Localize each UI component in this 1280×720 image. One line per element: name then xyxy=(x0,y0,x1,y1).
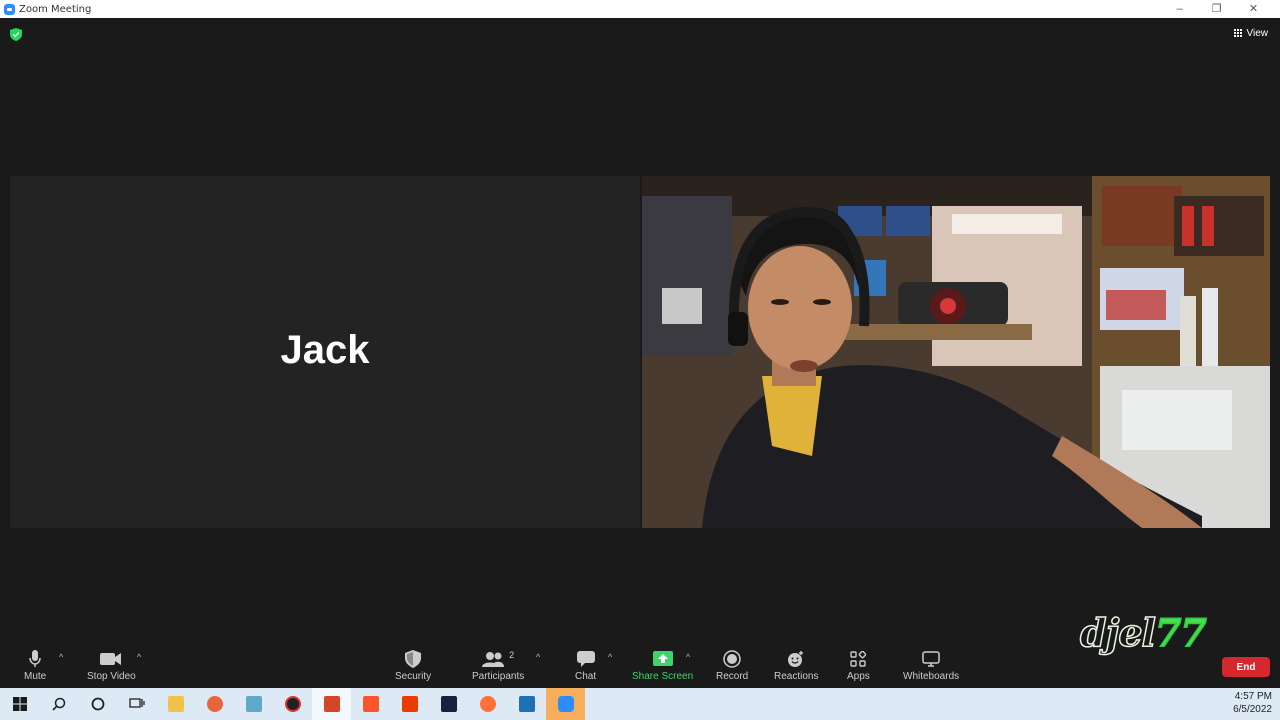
apps-button[interactable]: Apps xyxy=(847,648,870,682)
grid-icon xyxy=(1233,29,1243,38)
clock-date: 6/5/2022 xyxy=(1233,704,1272,715)
zoom-app-icon xyxy=(4,3,15,15)
participant-tile-jack[interactable]: Jack xyxy=(10,176,640,528)
view-button[interactable]: View xyxy=(1233,28,1269,39)
video-feed xyxy=(642,176,1270,528)
minimize-icon[interactable]: – xyxy=(1161,0,1198,18)
video-camera-icon xyxy=(100,648,122,670)
taskbar-clock[interactable]: 4:57 PM 6/5/2022 xyxy=(1233,690,1272,716)
search-icon[interactable] xyxy=(39,688,78,720)
windows-taskbar xyxy=(0,688,1280,720)
photos-icon[interactable] xyxy=(507,688,546,720)
encryption-shield-icon[interactable] xyxy=(10,28,22,41)
app-icon[interactable] xyxy=(195,688,234,720)
clock-time: 4:57 PM xyxy=(1234,691,1272,702)
chat-bubble-icon xyxy=(576,648,595,670)
close-icon[interactable]: ✕ xyxy=(1235,0,1272,18)
zoom-icon[interactable] xyxy=(546,688,585,720)
share-options-caret[interactable]: ^ xyxy=(686,652,690,662)
windows-start-icon[interactable] xyxy=(0,688,39,720)
share-screen-button[interactable]: Share Screen xyxy=(632,648,693,682)
chat-button[interactable]: Chat xyxy=(575,648,596,682)
reactions-smiley-icon xyxy=(787,648,805,670)
powerpoint-icon[interactable] xyxy=(312,688,351,720)
app-icon[interactable] xyxy=(234,688,273,720)
file-explorer-icon[interactable] xyxy=(156,688,195,720)
view-label: View xyxy=(1246,28,1269,39)
app-icon[interactable] xyxy=(429,688,468,720)
participants-options-caret[interactable]: ^ xyxy=(536,652,540,662)
app-icon[interactable] xyxy=(273,688,312,720)
mute-button[interactable]: Mute xyxy=(24,648,46,682)
chat-options-caret[interactable]: ^ xyxy=(608,652,612,662)
end-meeting-button[interactable]: End xyxy=(1222,657,1270,677)
window-title-bar: Zoom Meeting – ❐ ✕ xyxy=(0,0,1280,18)
participants-button[interactable]: 2 Participants xyxy=(472,648,524,682)
participant-video-tile[interactable] xyxy=(642,176,1270,528)
window-title: Zoom Meeting xyxy=(19,3,92,15)
participant-name: Jack xyxy=(280,327,370,372)
record-icon xyxy=(723,648,741,670)
stop-video-button[interactable]: Stop Video xyxy=(87,648,136,682)
task-view-icon[interactable] xyxy=(117,688,156,720)
brave-icon[interactable] xyxy=(351,688,390,720)
firefox-icon[interactable] xyxy=(468,688,507,720)
reactions-button[interactable]: Reactions xyxy=(774,648,818,682)
apps-icon xyxy=(850,648,867,670)
meeting-area: View Jack xyxy=(0,18,1280,644)
audio-options-caret[interactable]: ^ xyxy=(59,652,63,662)
security-button[interactable]: Security xyxy=(395,648,431,682)
participants-count: 2 xyxy=(509,650,515,660)
record-button[interactable]: Record xyxy=(716,648,748,682)
share-screen-icon xyxy=(652,648,673,670)
whiteboards-button[interactable]: Whiteboards xyxy=(903,648,959,682)
restore-icon[interactable]: ❐ xyxy=(1198,0,1235,18)
security-shield-icon xyxy=(405,648,422,670)
participants-icon: 2 xyxy=(482,648,514,670)
whiteboard-icon xyxy=(922,648,940,670)
video-options-caret[interactable]: ^ xyxy=(137,652,141,662)
microphone-icon xyxy=(29,648,41,670)
cortana-icon[interactable] xyxy=(78,688,117,720)
channel-watermark-logo: djel77 xyxy=(1079,609,1207,656)
window-controls: – ❐ ✕ xyxy=(1161,0,1272,18)
office-icon[interactable] xyxy=(390,688,429,720)
